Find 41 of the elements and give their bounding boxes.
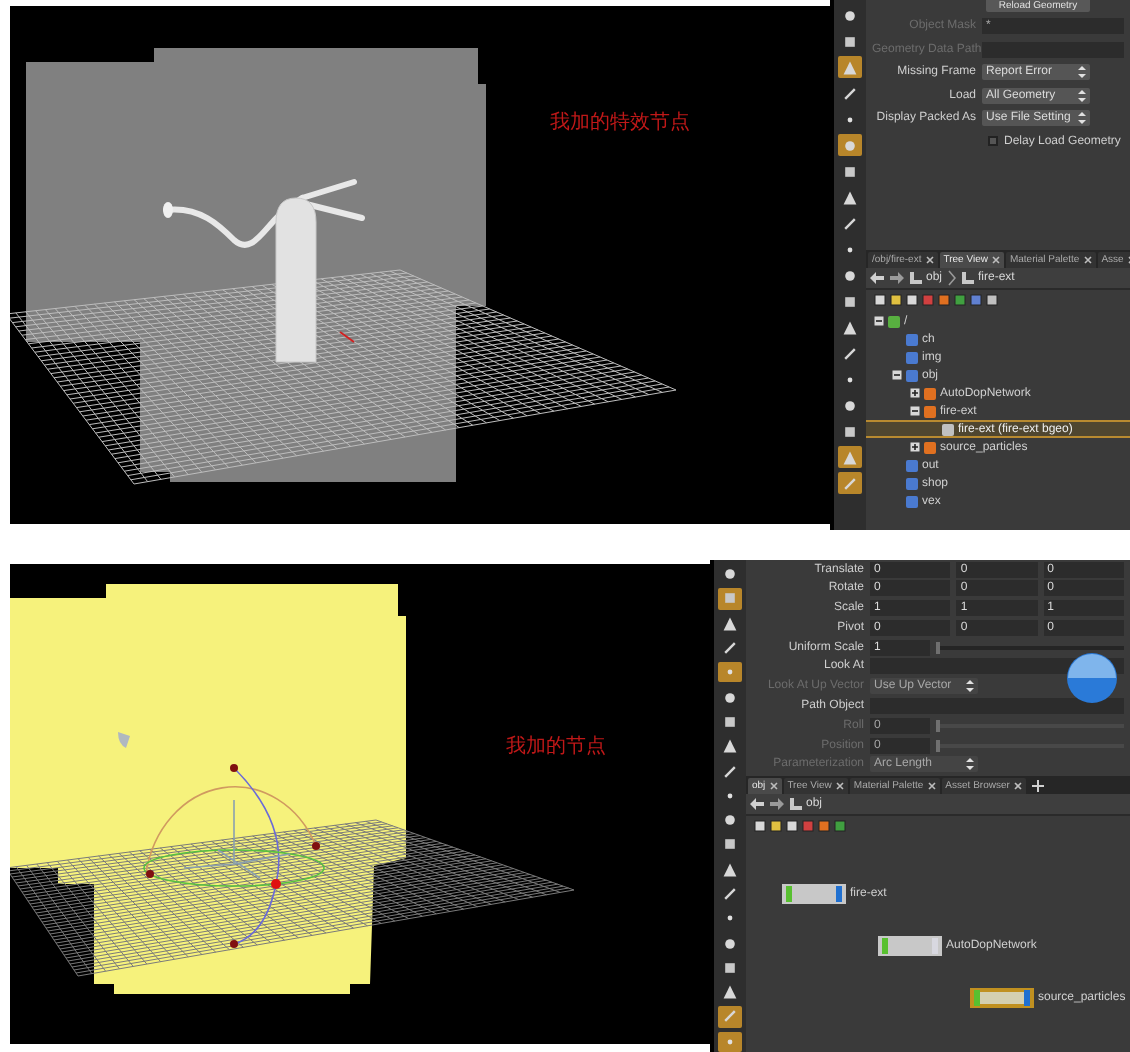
network-icon xyxy=(790,798,802,810)
close-icon xyxy=(925,256,934,264)
checkbox[interactable] xyxy=(988,136,998,146)
tool-button[interactable] xyxy=(718,662,742,683)
back-arrow-icon xyxy=(750,798,764,810)
slider-handle[interactable] xyxy=(936,641,940,654)
close-icon xyxy=(1083,256,1092,264)
spinner-icon xyxy=(1078,89,1086,101)
forward-arrow-icon xyxy=(770,798,784,810)
tool-button[interactable] xyxy=(718,859,742,880)
tool-button[interactable] xyxy=(718,736,742,757)
close-icon xyxy=(991,256,1000,264)
network-icon xyxy=(910,272,922,284)
spinner-icon xyxy=(966,680,974,693)
expand-icon xyxy=(910,442,920,452)
close-icon xyxy=(769,782,778,790)
collapse-icon xyxy=(874,316,884,326)
chevron-icon xyxy=(948,270,957,286)
annotation-text: 我加的节点 xyxy=(506,738,606,758)
network-node[interactable] xyxy=(970,988,1034,1008)
forward-arrow-icon xyxy=(890,272,904,284)
tool-button[interactable] xyxy=(718,613,742,634)
spinner-icon xyxy=(966,758,974,771)
spinner-icon xyxy=(1078,112,1086,124)
network-node[interactable] xyxy=(878,936,942,956)
tool-button[interactable] xyxy=(718,982,742,1003)
annotation-text: 我加的特效节点 xyxy=(550,114,690,134)
close-icon xyxy=(1013,782,1022,790)
spinner-icon xyxy=(1078,66,1086,78)
tool-button[interactable] xyxy=(718,1031,742,1052)
collapse-icon xyxy=(892,370,902,380)
text-field[interactable] xyxy=(870,698,1124,715)
round-logo-badge-icon xyxy=(1066,652,1118,704)
expand-icon xyxy=(910,388,920,398)
close-icon xyxy=(927,782,936,790)
network-node[interactable] xyxy=(782,884,846,904)
back-arrow-icon xyxy=(870,272,884,284)
network-icon xyxy=(962,272,975,284)
close-icon xyxy=(835,782,844,790)
collapse-icon xyxy=(910,406,920,416)
plus-icon xyxy=(1031,779,1044,791)
